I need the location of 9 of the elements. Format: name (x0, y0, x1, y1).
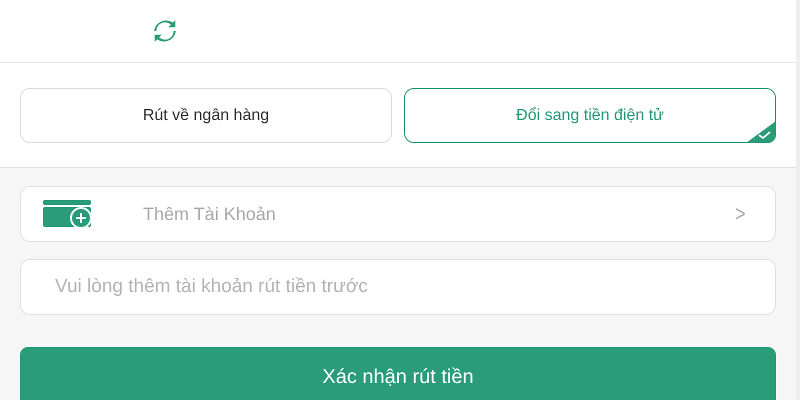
add-account-row[interactable]: Thêm Tài Khoản > (20, 186, 776, 242)
chevron-icon: > (735, 201, 746, 227)
check-icon (746, 121, 776, 143)
refresh-icon[interactable] (152, 18, 178, 44)
confirm-withdraw-button[interactable]: Xác nhận rút tiền (20, 347, 776, 400)
account-input-field[interactable]: Vui lòng thêm tài khoản rút tiền trước (20, 259, 776, 315)
tab[interactable]: Rút về ngân hàng (20, 88, 392, 143)
add-account-label: Thêm Tài Khoản (143, 204, 277, 224)
tab[interactable]: Đổi sang tiền điện tử (404, 88, 776, 143)
